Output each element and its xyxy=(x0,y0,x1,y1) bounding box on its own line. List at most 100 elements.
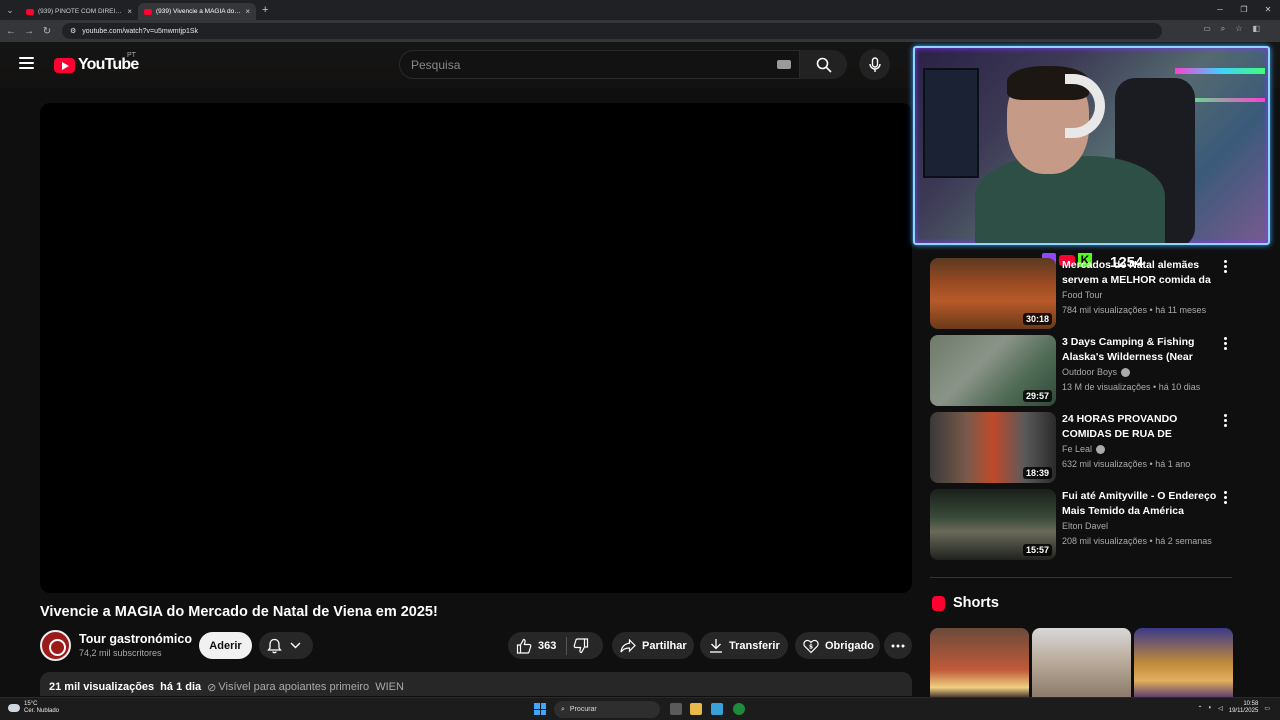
maximize-icon[interactable]: ❐ xyxy=(1232,0,1256,20)
weather-widget[interactable]: 15°C Cer. Nublado xyxy=(8,701,59,715)
recommended-channel[interactable]: Outdoor Boys xyxy=(1062,367,1131,377)
short-thumbnail[interactable] xyxy=(1134,628,1233,698)
tab-list-button[interactable]: ⌄ xyxy=(0,0,20,20)
short-thumbnail[interactable] xyxy=(930,628,1029,698)
age-label: há 1 ano xyxy=(1155,459,1191,469)
menu-icon[interactable] xyxy=(19,57,34,69)
search-icon: ⌕ xyxy=(561,705,565,713)
browser-tab-bar: ⌄ (939) PINOTE COM DIREITO A C... × (939… xyxy=(0,0,1280,20)
recommended-meta: 784 mil visualizações • há 11 meses xyxy=(1062,305,1207,315)
taskbar-search-label: Procurar xyxy=(569,706,597,713)
new-tab-button[interactable]: + xyxy=(262,4,268,16)
notifications-button[interactable] xyxy=(259,632,313,659)
system-tray: ⌃ ◐ ◁ 10:58 19/11/2025 ▭ xyxy=(1197,701,1270,715)
recommended-video[interactable]: 29:57 3 Days Camping & Fishing Alaska's … xyxy=(930,335,1230,407)
bell-icon xyxy=(267,638,282,653)
recommended-title[interactable]: 24 HORAS PROVANDO COMIDAS DE RUA DE LOND… xyxy=(1062,412,1217,442)
age-label: há 10 dias xyxy=(1158,382,1201,392)
thanks-button[interactable]: $ Obrigado xyxy=(795,632,880,659)
search-input[interactable]: Pesquisa xyxy=(399,50,800,79)
extensions-icon[interactable]: ◧ xyxy=(1252,24,1260,34)
clock[interactable]: 10:58 19/11/2025 xyxy=(1229,701,1259,715)
video-player[interactable] xyxy=(40,103,912,593)
share-label: Partilhar xyxy=(642,639,687,652)
close-tab-icon[interactable]: × xyxy=(245,7,250,16)
notifications-icon[interactable]: ▭ xyxy=(1264,705,1270,712)
thumbs-down-icon[interactable] xyxy=(573,637,589,654)
more-horizontal-icon xyxy=(891,644,905,647)
views-label: 208 mil visualizações xyxy=(1062,536,1148,546)
store-icon[interactable] xyxy=(711,703,723,715)
address-bar[interactable]: ⚙ youtube.com/watch?v=u5mwmtjp1Sk xyxy=(62,23,1162,39)
share-button[interactable]: Partilhar xyxy=(612,632,694,659)
voice-search-button[interactable] xyxy=(859,49,890,80)
bookmark-star-icon[interactable]: ☆ xyxy=(1235,24,1242,34)
more-vertical-icon[interactable] xyxy=(1223,491,1227,504)
video-thumbnail[interactable]: 15:57 xyxy=(930,489,1056,560)
short-thumbnail[interactable] xyxy=(1032,628,1131,698)
more-vertical-icon[interactable] xyxy=(1223,337,1227,350)
download-button[interactable]: Transferir xyxy=(700,632,788,659)
streamer-body xyxy=(975,156,1165,243)
browser-toolbar: ← → ↻ ⚙ youtube.com/watch?v=u5mwmtjp1Sk … xyxy=(0,20,1280,42)
windows-start-icon[interactable] xyxy=(534,703,546,715)
download-icon xyxy=(710,639,722,653)
taskbar-search[interactable]: ⌕ Procurar xyxy=(554,701,660,718)
browser-tab-2[interactable]: (939) Vivencie a MAGIA do Mer... × xyxy=(138,3,256,20)
keyboard-icon[interactable] xyxy=(777,60,791,69)
reload-icon[interactable]: ↻ xyxy=(38,26,56,37)
location-tag[interactable]: WIEN xyxy=(375,681,404,696)
close-tab-icon[interactable]: × xyxy=(127,7,132,16)
channel-avatar[interactable] xyxy=(40,630,71,661)
channel-name[interactable]: Tour gastronómico xyxy=(79,632,192,646)
task-view-icon[interactable] xyxy=(670,703,682,715)
led-strip xyxy=(1175,68,1265,74)
recommended-video[interactable]: 30:18 Mercados de Natal alemães servem a… xyxy=(930,258,1230,330)
more-vertical-icon[interactable] xyxy=(1223,414,1227,427)
search-button[interactable] xyxy=(800,50,847,79)
thumbs-up-icon[interactable] xyxy=(516,638,532,654)
network-icon[interactable]: ◐ xyxy=(1208,705,1212,711)
back-icon[interactable]: ← xyxy=(2,26,20,37)
recommended-channel[interactable]: Fe Leal xyxy=(1062,444,1106,454)
join-button[interactable]: Aderir xyxy=(199,632,252,659)
volume-icon[interactable]: ◁ xyxy=(1218,705,1223,712)
tray-overflow-icon[interactable]: ⌃ xyxy=(1197,705,1202,712)
recommended-channel[interactable]: Elton Davel xyxy=(1062,521,1108,531)
more-vertical-icon[interactable] xyxy=(1223,260,1227,273)
channel-label: Elton Davel xyxy=(1062,521,1109,531)
video-thumbnail[interactable]: 30:18 xyxy=(930,258,1056,329)
shorts-title: Shorts xyxy=(953,595,999,611)
recommended-video[interactable]: 18:39 24 HORAS PROVANDO COMIDAS DE RUA D… xyxy=(930,412,1230,484)
youtube-logo[interactable]: YouTube xyxy=(54,56,139,74)
recommended-title[interactable]: Mercados de Natal alemães servem a MELHO… xyxy=(1062,258,1217,288)
minimize-icon[interactable]: ─ xyxy=(1208,0,1232,20)
video-duration: 15:57 xyxy=(1022,544,1052,556)
headset xyxy=(1065,74,1105,138)
zoom-icon[interactable]: ⌕ xyxy=(1221,24,1225,34)
youtube-favicon-icon xyxy=(144,8,152,15)
chrome-icon[interactable] xyxy=(733,703,745,715)
video-thumbnail[interactable]: 29:57 xyxy=(930,335,1056,406)
age-label: há 2 semanas xyxy=(1155,536,1212,546)
site-info-icon[interactable]: ⚙ xyxy=(70,27,76,35)
recommended-meta: 208 mil visualizações • há 2 semanas xyxy=(1062,536,1212,546)
recommended-title[interactable]: 3 Days Camping & Fishing Alaska's Wilder… xyxy=(1062,335,1217,365)
more-actions-button[interactable] xyxy=(884,632,912,659)
like-dislike-group: 363 xyxy=(508,632,603,659)
channel-label: Fe Leal xyxy=(1062,444,1093,454)
channel-label: Food Tour xyxy=(1062,290,1103,300)
recommended-channel[interactable]: Food Tour xyxy=(1062,290,1102,300)
video-thumbnail[interactable]: 18:39 xyxy=(930,412,1056,483)
browser-tab-1[interactable]: (939) PINOTE COM DIREITO A C... × xyxy=(20,3,138,20)
file-explorer-icon[interactable] xyxy=(690,703,702,715)
install-app-icon[interactable]: ▭ xyxy=(1203,24,1211,34)
like-count[interactable]: 363 xyxy=(538,640,556,652)
arcade-cabinet xyxy=(923,68,979,178)
description-box[interactable]: 21 mil visualizações há 1 dia ⊘ Visível … xyxy=(40,672,912,696)
close-window-icon[interactable]: ✕ xyxy=(1256,0,1280,20)
forward-icon[interactable]: → xyxy=(20,26,38,37)
recommended-video[interactable]: 15:57 Fui até Amityville - O Endereço Ma… xyxy=(930,489,1230,561)
recommended-title[interactable]: Fui até Amityville - O Endereço Mais Tem… xyxy=(1062,489,1217,519)
url-text: youtube.com/watch?v=u5mwmtjp1Sk xyxy=(82,27,199,35)
